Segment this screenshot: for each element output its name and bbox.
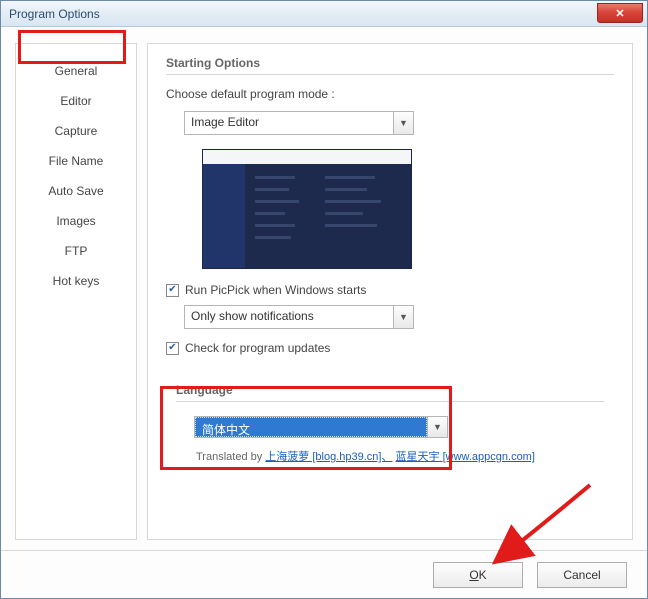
sidebar-item-ftp[interactable]: FTP (16, 236, 136, 266)
titlebar: Program Options ✕ (1, 1, 647, 27)
language-select[interactable]: 简体中文 ▼ (194, 416, 448, 438)
translator-link-2[interactable]: 蓝星天宇 [www.appcgn.com] (396, 451, 535, 463)
language-value: 简体中文 (195, 417, 427, 437)
sidebar-item-label: General (55, 64, 98, 78)
choose-mode-label: Choose default program mode : (166, 87, 614, 101)
run-on-startup-row: ✔ Run PicPick when Windows starts (166, 283, 614, 297)
content-area: General Editor Capture File Name Auto Sa… (1, 27, 647, 550)
starting-options-title: Starting Options (166, 56, 614, 75)
startup-behavior-value: Only show notifications (185, 306, 393, 328)
sidebar-item-images[interactable]: Images (16, 206, 136, 236)
check-updates-label: Check for program updates (185, 341, 330, 355)
sidebar-item-label: FTP (65, 244, 88, 258)
sidebar-item-capture[interactable]: Capture (16, 116, 136, 146)
close-icon: ✕ (615, 7, 624, 20)
close-button[interactable]: ✕ (597, 3, 643, 23)
mode-preview-image (202, 149, 412, 269)
ok-button[interactable]: OK (433, 562, 523, 588)
sidebar-item-editor[interactable]: Editor (16, 86, 136, 116)
cancel-button[interactable]: Cancel (537, 562, 627, 588)
sidebar-item-label: Images (56, 214, 95, 228)
cancel-button-label: Cancel (563, 568, 600, 582)
chevron-down-icon: ▼ (393, 112, 413, 134)
check-updates-row: ✔ Check for program updates (166, 341, 614, 355)
sidebar-item-label: File Name (49, 154, 104, 168)
translated-by-line: Translated by 上海菠萝 [blog.hp39.cn]、 蓝星天宇 … (196, 448, 604, 464)
chevron-down-icon: ▼ (427, 417, 447, 437)
startup-behavior-select[interactable]: Only show notifications ▼ (184, 305, 414, 329)
language-section-title: Language (176, 383, 604, 402)
run-on-startup-checkbox[interactable]: ✔ (166, 284, 179, 297)
program-mode-value: Image Editor (185, 112, 393, 134)
sidebar-item-label: Auto Save (48, 184, 103, 198)
translator-link-1[interactable]: 上海菠萝 [blog.hp39.cn]、 (265, 451, 392, 463)
language-section: Language 简体中文 ▼ Translated by 上海菠萝 [blog… (166, 377, 614, 482)
program-mode-select[interactable]: Image Editor ▼ (184, 111, 414, 135)
sidebar-item-auto-save[interactable]: Auto Save (16, 176, 136, 206)
sidebar-item-label: Hot keys (53, 274, 100, 288)
sidebar-item-general[interactable]: General (16, 56, 136, 86)
run-on-startup-label: Run PicPick when Windows starts (185, 283, 366, 297)
check-updates-checkbox[interactable]: ✔ (166, 342, 179, 355)
chevron-down-icon: ▼ (393, 306, 413, 328)
program-options-window: Program Options ✕ General Editor Capture… (0, 0, 648, 599)
translated-by-prefix: Translated by (196, 451, 265, 463)
main-panel: Starting Options Choose default program … (147, 43, 633, 540)
window-title: Program Options (9, 7, 100, 21)
ok-button-label: OK (469, 568, 486, 582)
dialog-footer: OK Cancel (1, 550, 647, 598)
sidebar-item-label: Capture (55, 124, 98, 138)
sidebar-item-file-name[interactable]: File Name (16, 146, 136, 176)
sidebar-item-label: Editor (60, 94, 91, 108)
sidebar: General Editor Capture File Name Auto Sa… (15, 43, 137, 540)
sidebar-item-hot-keys[interactable]: Hot keys (16, 266, 136, 296)
